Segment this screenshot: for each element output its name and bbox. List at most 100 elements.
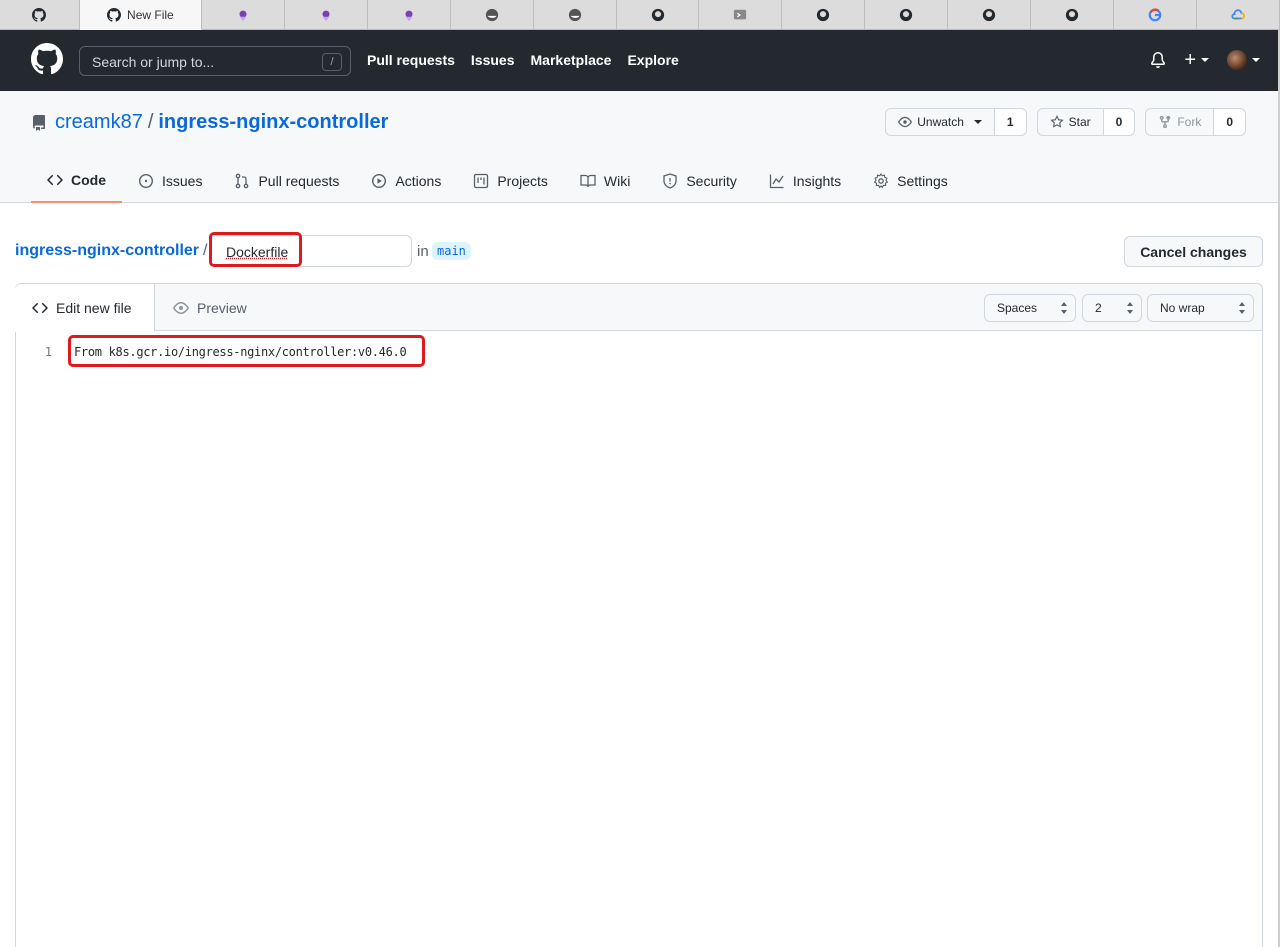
indent-size-value: 2 xyxy=(1095,301,1102,315)
code-line[interactable]: 1 From k8s.gcr.io/ingress-nginx/controll… xyxy=(16,335,1262,367)
linear-icon xyxy=(239,10,247,22)
star-icon xyxy=(1049,115,1064,128)
nav-explore[interactable]: Explore xyxy=(627,52,678,68)
fork-control: Fork 0 xyxy=(1145,108,1246,136)
nav-pull-requests[interactable]: Pull requests xyxy=(367,52,455,68)
search-shortcut-hint: / xyxy=(322,53,342,71)
unwatch-label: Unwatch xyxy=(917,115,964,129)
fork-label: Fork xyxy=(1177,115,1202,129)
tab-security[interactable]: Security xyxy=(646,159,753,203)
in-label: in xyxy=(417,243,429,260)
browser-tab[interactable] xyxy=(0,0,80,30)
github-icon xyxy=(1066,8,1079,22)
browser-tab-strip: New File xyxy=(0,0,1280,30)
tab-pull-requests[interactable]: Pull requests xyxy=(218,159,355,203)
browser-tab[interactable] xyxy=(534,0,617,30)
file-path-bar: ingress-nginx-controller / Dockerfile in… xyxy=(15,232,1265,268)
tab-issues-label: Issues xyxy=(162,173,203,189)
repo-title: creamk87 / ingress-nginx-controller xyxy=(31,111,388,134)
watch-count[interactable]: 1 xyxy=(994,108,1027,136)
github-icon xyxy=(983,8,996,22)
indent-mode-select[interactable]: Spaces xyxy=(984,294,1076,322)
tab-edit-new-file[interactable]: Edit new file xyxy=(15,284,155,332)
global-header: Search or jump to... / Pull requests Iss… xyxy=(0,30,1280,91)
eye-icon xyxy=(898,116,913,128)
github-icon xyxy=(32,8,47,22)
fork-count[interactable]: 0 xyxy=(1214,108,1246,136)
chevron-down-icon xyxy=(973,120,982,124)
browser-tab[interactable] xyxy=(1031,0,1115,30)
star-button[interactable]: Star xyxy=(1036,108,1104,136)
tab-wiki[interactable]: Wiki xyxy=(564,159,646,203)
repo-title-separator: / xyxy=(147,111,154,133)
tab-actions[interactable]: Actions xyxy=(355,159,457,203)
github-icon xyxy=(817,8,830,22)
tab-settings[interactable]: Settings xyxy=(857,159,964,203)
create-new-menu[interactable]: + xyxy=(1184,49,1209,71)
tab-edit-label: Edit new file xyxy=(56,299,132,316)
search-placeholder: Search or jump to... xyxy=(92,54,215,70)
editor-tab-bar: Edit new file Preview Spaces 2 No wrap xyxy=(15,284,1262,332)
browser-tab[interactable] xyxy=(782,0,866,30)
highlight-box xyxy=(68,335,425,367)
user-menu[interactable] xyxy=(1227,50,1260,70)
browser-tab[interactable] xyxy=(699,0,783,30)
repo-header: creamk87 / ingress-nginx-controller Unwa… xyxy=(0,91,1278,203)
unwatch-button[interactable]: Unwatch xyxy=(885,108,995,136)
browser-tab[interactable] xyxy=(1197,0,1280,30)
plus-icon: + xyxy=(1184,49,1196,71)
browser-tab[interactable] xyxy=(1114,0,1198,30)
breadcrumb-separator: / xyxy=(203,242,208,259)
bell-icon[interactable] xyxy=(1150,52,1166,68)
tab-insights[interactable]: Insights xyxy=(753,159,857,203)
browser-tab[interactable] xyxy=(202,0,285,30)
browser-tab[interactable] xyxy=(285,0,368,30)
nav-marketplace[interactable]: Marketplace xyxy=(531,52,612,68)
code-icon xyxy=(47,174,63,186)
tab-projects[interactable]: Projects xyxy=(457,159,564,203)
tab-security-label: Security xyxy=(686,173,737,189)
tab-projects-label: Projects xyxy=(497,173,548,189)
docker-icon xyxy=(485,8,498,22)
browser-tab[interactable] xyxy=(865,0,949,30)
github-logo-icon[interactable] xyxy=(31,43,63,75)
terminal-icon xyxy=(734,9,747,20)
cancel-changes-button[interactable]: Cancel changes xyxy=(1124,236,1263,267)
search-input[interactable]: Search or jump to... / xyxy=(79,46,351,76)
tab-code[interactable]: Code xyxy=(31,159,122,203)
google-icon xyxy=(1148,8,1162,22)
branch-badge: main xyxy=(432,242,471,260)
chevron-down-icon xyxy=(1252,58,1260,62)
browser-tab[interactable] xyxy=(617,0,700,30)
browser-tab[interactable] xyxy=(451,0,534,30)
graph-icon xyxy=(769,174,784,189)
browser-tab-active[interactable]: New File xyxy=(79,0,202,30)
select-arrows-icon xyxy=(1127,302,1133,314)
avatar xyxy=(1227,50,1247,70)
chevron-down-icon xyxy=(1201,58,1209,62)
tab-actions-label: Actions xyxy=(395,173,442,189)
wrap-mode-select[interactable]: No wrap xyxy=(1147,294,1254,322)
fork-button[interactable]: Fork xyxy=(1145,108,1215,136)
repo-actions: Unwatch 1 Star 0 Fork 0 xyxy=(885,108,1246,136)
tab-issues[interactable]: Issues xyxy=(122,159,218,203)
star-control: Star 0 xyxy=(1036,108,1136,136)
watch-control: Unwatch 1 xyxy=(885,108,1027,136)
breadcrumb-repo-link[interactable]: ingress-nginx-controller xyxy=(15,242,199,260)
code-icon xyxy=(32,302,48,313)
tab-insights-label: Insights xyxy=(792,173,842,189)
line-number: 1 xyxy=(44,345,52,359)
github-icon xyxy=(107,7,122,22)
star-count[interactable]: 0 xyxy=(1103,108,1136,136)
tab-preview[interactable]: Preview xyxy=(156,284,264,332)
repo-name-link[interactable]: ingress-nginx-controller xyxy=(158,111,388,134)
browser-tab[interactable] xyxy=(948,0,1032,30)
docker-icon xyxy=(568,8,581,22)
github-icon xyxy=(651,8,664,22)
repo-owner-link[interactable]: creamk87 xyxy=(55,111,143,134)
browser-tab[interactable] xyxy=(368,0,451,30)
play-icon xyxy=(372,173,387,189)
header-actions: + xyxy=(1150,50,1260,70)
nav-issues[interactable]: Issues xyxy=(471,52,515,68)
indent-size-select[interactable]: 2 xyxy=(1082,294,1142,322)
